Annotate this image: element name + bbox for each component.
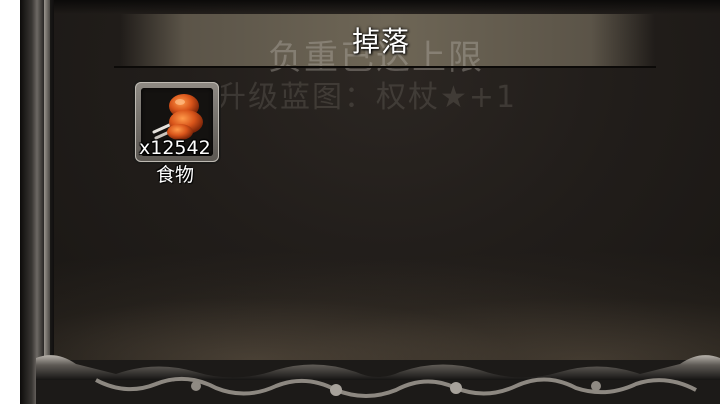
panel-bottom-texture — [54, 250, 720, 360]
item-count: x12542 — [139, 137, 211, 159]
ornate-bottom-border — [36, 355, 720, 404]
roast-meat-icon — [152, 94, 203, 140]
item-name: 食物 — [156, 164, 195, 186]
game-screen: 负重已达上限 升级蓝图：权杖★+1 掉落 x12542 食物 — [0, 0, 720, 404]
frame-left-rail-highlight — [44, 0, 50, 360]
panel-top-shadow — [54, 0, 720, 14]
title-divider — [114, 66, 656, 68]
overlay-notice-upgrade: 升级蓝图：权杖★+1 — [216, 80, 518, 115]
panel-title: 掉落 — [352, 25, 411, 58]
